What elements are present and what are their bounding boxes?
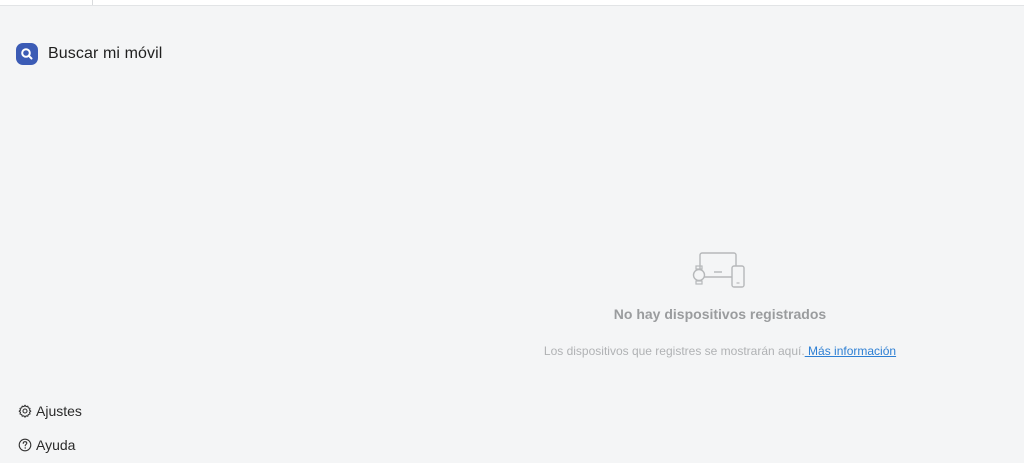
top-bar-divider	[92, 0, 93, 5]
empty-state-title: No hay dispositivos registrados	[613, 306, 827, 322]
empty-state-description: Los dispositivos que registres se mostra…	[520, 344, 920, 358]
settings-link[interactable]: Ajustes	[18, 403, 82, 419]
empty-state-description-text: Los dispositivos que registres se mostra…	[543, 344, 805, 358]
gear-icon	[18, 404, 32, 418]
more-info-link[interactable]: Más información	[805, 344, 896, 358]
devices-icon	[692, 252, 745, 288]
help-link[interactable]: Ayuda	[18, 437, 75, 453]
app-title: Buscar mi móvil	[48, 45, 163, 62]
settings-label: Ajustes	[36, 403, 82, 419]
top-bar	[0, 0, 1024, 6]
help-circle-icon	[18, 438, 32, 452]
help-label: Ayuda	[36, 437, 76, 453]
app-header[interactable]: Buscar mi móvil	[16, 42, 162, 66]
empty-state: No hay dispositivos registrados Los disp…	[520, 250, 920, 358]
find-my-mobile-logo-icon	[16, 43, 38, 65]
search-icon	[21, 48, 33, 60]
